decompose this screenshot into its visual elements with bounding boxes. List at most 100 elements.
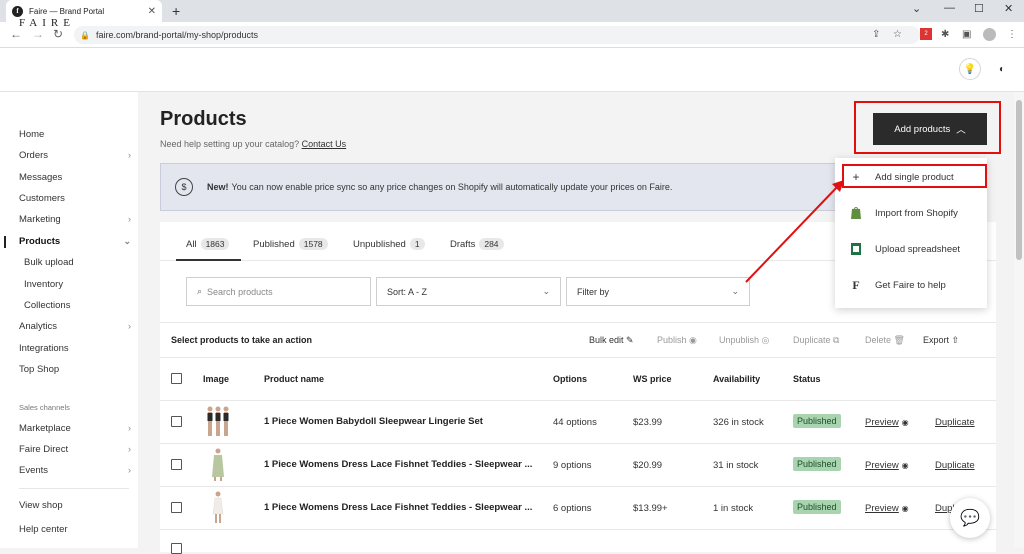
chevron-right-icon: › [128,444,131,454]
tab-drafts[interactable]: Drafts 284 [450,238,504,250]
url-field[interactable]: 🔒 faire.com/brand-portal/my-shop/product… [74,26,920,44]
sidebar-item-messages[interactable]: Messages [19,172,131,183]
duplicate-link[interactable]: Duplicate [935,460,975,471]
tab-label: Published [253,238,295,250]
tab-published[interactable]: Published 1578 [253,238,328,250]
chat-icon[interactable]: 💬 [950,498,990,538]
brand-avatar[interactable]: ◐ [991,58,1013,80]
sidebar-item-analytics[interactable]: Analytics › [19,321,131,332]
sidebar-item-label: Home [19,129,45,140]
highlight-box-add-single-product [842,164,987,188]
preview-link[interactable]: Preview ◉ [865,417,909,428]
unpublish-button[interactable]: Unpublish ◎ [719,335,769,346]
product-thumbnail[interactable] [203,490,233,524]
window-close-button[interactable]: ✕ [1004,2,1013,15]
product-price: $23.99 [633,417,663,428]
contact-us-link[interactable]: Contact Us [302,139,347,149]
maximize-button[interactable]: ☐ [974,2,984,15]
search-input[interactable]: ⌕ Search products [186,277,371,306]
filter-select[interactable]: Filter by ⌄ [566,277,750,306]
minimize-button[interactable]: — [944,2,955,14]
edit-icon: ✎ [626,335,634,345]
star-icon[interactable]: ☆ [893,29,902,40]
menu-item-upload-spreadsheet[interactable]: Upload spreadsheet [849,242,960,256]
tab-unpublished[interactable]: Unpublished 1 [353,238,425,250]
col-header-status: Status [793,374,821,384]
product-thumbnail[interactable] [203,447,233,481]
forward-arrow-icon[interactable]: → [32,27,44,41]
sidebar-item-bulk-upload[interactable]: Bulk upload [24,257,124,268]
menu-item-import-from-shopify[interactable]: Import from Shopify [849,206,958,220]
product-thumbnail[interactable] [203,404,233,438]
export-button[interactable]: Export ⇧ [923,335,959,346]
sidebar-item-label: Events [19,465,49,476]
menu-item-label: Get Faire to help [875,279,946,291]
puzzle-icon[interactable]: ✱ [941,29,949,40]
menu-item-get-faire-to-help[interactable]: F Get Faire to help [849,278,946,292]
sidebar-item-home[interactable]: Home [19,129,131,140]
product-name[interactable]: 1 Piece Womens Dress Lace Fishnet Teddie… [264,459,532,470]
sort-select[interactable]: Sort: A - Z ⌄ [376,277,561,306]
close-icon[interactable]: ✕ [148,6,156,17]
chevron-down-icon[interactable]: ⌄ [912,2,921,15]
select-all-checkbox[interactable] [171,373,182,384]
sidebar-item-label: Marketplace [19,423,71,434]
kebab-menu-icon[interactable]: ⋮ [1007,29,1017,40]
product-availability: 31 in stock [713,460,759,471]
sidebar-item-orders[interactable]: Orders › [19,150,131,161]
duplicate-link[interactable]: Duplicate [935,417,975,428]
profile-avatar[interactable] [983,28,996,41]
product-name[interactable]: 1 Piece Women Babydoll Sleepwear Lingeri… [264,416,483,427]
sidebar-item-label: Products [19,236,61,247]
row-checkbox[interactable] [171,459,182,470]
sidebar-item-integrations[interactable]: Integrations [19,343,131,354]
share-icon[interactable]: ⇪ [872,29,880,40]
new-tab-button[interactable]: + [172,3,180,19]
tab-count: 1578 [298,238,328,250]
action-label: Duplicate [793,335,831,345]
browser-tab-title: Faire — Brand Portal [29,6,105,16]
preview-link[interactable]: Preview ◉ [865,460,909,471]
chevron-right-icon: › [128,423,131,433]
publish-button[interactable]: Publish ◉ [657,335,697,346]
preview-link[interactable]: Preview ◉ [865,503,909,514]
page-title: Products [160,108,247,130]
faire-logo[interactable]: FAIRE [19,17,75,29]
back-arrow-icon[interactable]: ← [10,27,22,41]
tab-count: 284 [479,238,504,250]
tab-all[interactable]: All 1863 [186,238,230,250]
sidebar-item-faire-direct[interactable]: Faire Direct › [19,444,131,455]
delete-button[interactable]: Delete 🗑 [865,335,905,346]
filter-value: Filter by [577,286,610,297]
product-name[interactable]: 1 Piece Womens Dress Lace Fishnet Teddie… [264,502,532,513]
sidebar-item-customers[interactable]: Customers [19,193,131,204]
export-icon: ⇧ [951,335,960,345]
tab-label: All [186,238,197,250]
row-divider [160,443,996,444]
copy-icon: ⧉ [833,335,840,345]
sidebar-item-label: Integrations [19,343,69,354]
sidebar-item-inventory[interactable]: Inventory [24,279,124,290]
sidebar-item-label: Marketing [19,214,61,225]
extension-badge-icon[interactable]: 2 [920,28,932,40]
lightbulb-icon[interactable]: 💡 [959,58,981,80]
scrollbar-thumb[interactable] [1016,100,1022,260]
sidebar-item-events[interactable]: Events › [19,465,131,476]
row-checkbox[interactable] [171,416,182,427]
sidebar-item-help-center[interactable]: Help center [19,524,131,535]
sidebar-item-collections[interactable]: Collections [24,300,124,311]
sidebar-item-marketplace[interactable]: Marketplace › [19,423,131,434]
tab-label: Drafts [450,238,476,250]
highlight-box-add-products [854,101,1001,154]
row-checkbox[interactable] [171,502,182,513]
reload-icon[interactable]: ↻ [53,27,63,41]
sidebar-item-products[interactable]: Products ⌄ [19,236,131,247]
duplicate-button[interactable]: Duplicate ⧉ [793,335,839,346]
sidebar-item-marketing[interactable]: Marketing › [19,214,131,225]
lock-icon: 🔒 [80,30,90,40]
row-checkbox[interactable] [171,543,182,554]
sidepanel-icon[interactable]: ▣ [962,29,971,40]
sidebar-item-view-shop[interactable]: View shop [19,500,131,511]
sidebar-item-top-shop[interactable]: Top Shop [19,364,131,375]
bulk-edit-button[interactable]: Bulk edit ✎ [589,335,634,346]
